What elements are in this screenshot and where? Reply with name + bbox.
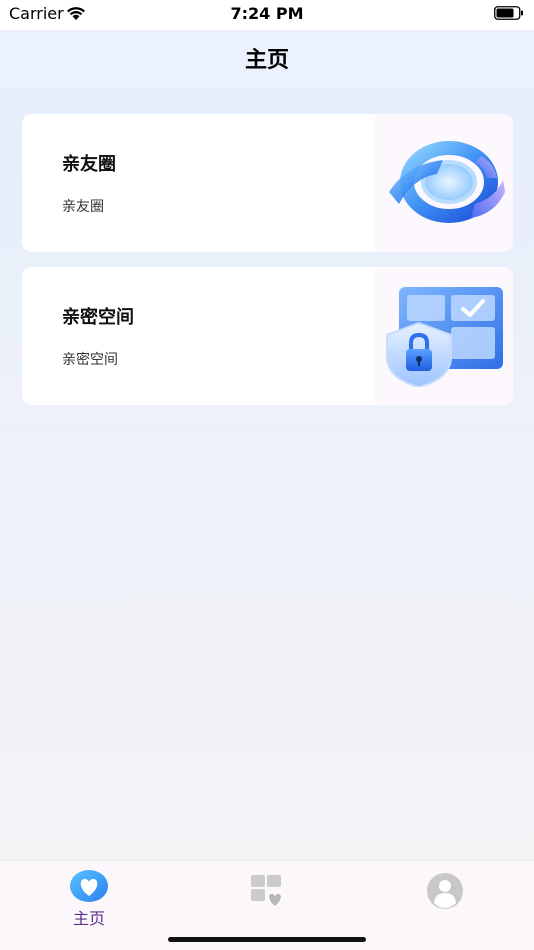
card-friends-circle[interactable]: 亲友圈 亲友圈 (22, 114, 513, 252)
card-intimate-space[interactable]: 亲密空间 亲密空间 (22, 267, 513, 405)
card-illustration (375, 267, 513, 405)
card-title: 亲密空间 (62, 307, 134, 328)
tab-home[interactable]: 主页 (0, 861, 178, 931)
card-illustration (375, 114, 513, 252)
battery-icon (494, 6, 523, 20)
home-indicator[interactable] (168, 937, 366, 942)
page-title: 主页 (244, 48, 289, 73)
card-subtitle: 亲密空间 (62, 352, 118, 368)
status-time: 7:24 PM (230, 4, 304, 23)
status-bar: Carrier 7:24 PM (0, 0, 534, 30)
tab-label: 主页 (72, 909, 105, 928)
ring-3d-icon (389, 141, 505, 223)
tab-profile[interactable] (356, 861, 534, 931)
profile-icon (427, 873, 463, 909)
card-subtitle: 亲友圈 (62, 199, 104, 215)
heart-icon (70, 870, 108, 902)
app-screen: Carrier 7:24 PM 主页 亲友圈 亲友圈 亲密空间 亲密空间 主页 (0, 0, 534, 950)
tab-space[interactable] (178, 861, 356, 931)
space-heart-icon (251, 875, 283, 908)
navigation-bar: 主页 (0, 30, 534, 88)
card-title: 亲友圈 (62, 154, 116, 175)
secure-space-icon (386, 287, 503, 387)
